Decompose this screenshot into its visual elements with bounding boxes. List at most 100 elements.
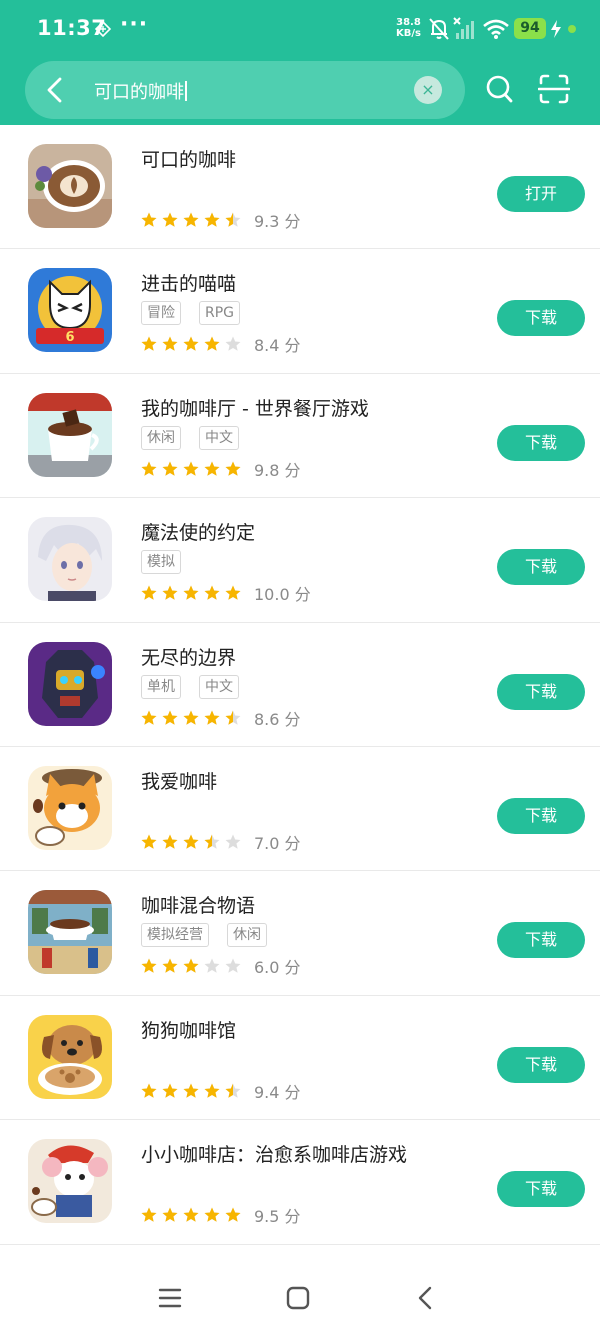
app-name[interactable]: 小小咖啡店：治愈系咖啡店游戏 [141, 1140, 407, 1167]
star-rating [140, 709, 242, 727]
app-row[interactable]: 狗狗咖啡馆 9.4 分 下载 [0, 996, 600, 1121]
cat-hero-icon[interactable]: 6 [28, 268, 112, 353]
network-speed-value: 38.8 [396, 17, 421, 28]
star-full-icon [141, 958, 157, 974]
rating: 6.0 分 [140, 954, 301, 978]
star-full-icon [141, 336, 157, 352]
rating: 9.5 分 [140, 1203, 301, 1227]
app-name[interactable]: 咖啡混合物语 [141, 891, 255, 918]
star-half-icon [204, 834, 220, 849]
app-row[interactable]: 无尽的边界 单机 中文 8.6 分 下载 [0, 623, 600, 747]
app-name[interactable]: 进击的喵喵 [141, 269, 236, 296]
star-full-icon [141, 1083, 157, 1098]
star-full-icon [162, 710, 178, 725]
svg-text:6: 6 [65, 330, 74, 345]
star-full-icon [204, 710, 220, 725]
app-name[interactable]: 可口的咖啡 [141, 145, 236, 172]
search-query: 可口的咖啡 [94, 82, 184, 103]
download-button[interactable]: 下载 [497, 424, 585, 461]
score: 9.3 分 [254, 212, 301, 231]
app-row[interactable]: 我的咖啡厅 - 世界餐厅游戏 休闲 中文 9.8 分 下载 [0, 374, 600, 499]
battery-level: 94 [514, 18, 546, 39]
coffee-latte-icon[interactable] [28, 144, 112, 228]
text-cursor [185, 81, 187, 101]
download-button[interactable]: 下载 [497, 673, 585, 710]
app-name[interactable]: 我的咖啡厅 - 世界餐厅游戏 [141, 394, 369, 421]
star-full-icon [162, 834, 178, 849]
search-input[interactable]: 可口的咖啡 [94, 78, 187, 104]
app-row[interactable]: 魔法使的约定 模拟 10.0 分 下载 [0, 498, 600, 623]
score: 8.4 分 [254, 336, 301, 356]
app-row[interactable]: 可口的咖啡 9.3 分 打开 [0, 125, 600, 250]
star-full-icon [183, 1207, 199, 1222]
star-full-icon [183, 958, 199, 974]
clear-search-button[interactable]: × [414, 76, 442, 104]
app-row[interactable]: 我爱咖啡 7.0 分 下载 [0, 747, 600, 872]
cat-barista-icon[interactable] [28, 765, 112, 850]
tag: 模拟经营 [141, 923, 209, 948]
star-full-icon [183, 710, 199, 725]
star-full-icon [162, 585, 178, 600]
star-full-icon [183, 461, 199, 476]
search-box[interactable] [25, 61, 465, 119]
scan-icon[interactable] [538, 73, 570, 105]
star-full-icon [204, 1207, 220, 1222]
hot-chocolate-icon[interactable] [28, 392, 112, 477]
rating: 7.0 分 [140, 830, 301, 854]
star-empty-icon [204, 958, 220, 974]
download-button[interactable]: 下载 [497, 549, 585, 586]
star-half-icon [225, 710, 241, 725]
download-button[interactable]: 下载 [497, 922, 585, 959]
tag-list: 休闲 中文 [141, 425, 239, 450]
back-arrow-icon[interactable] [40, 74, 72, 106]
star-full-icon [204, 585, 220, 600]
robot-warrior-icon[interactable] [28, 641, 112, 726]
open-button[interactable]: 打开 [497, 176, 585, 212]
tag: RPG [199, 301, 241, 326]
star-full-icon [162, 461, 178, 476]
header: 11:37 ··· 38.8 KB/s 94 可口的咖啡 × [0, 0, 600, 125]
star-rating [140, 957, 242, 975]
download-button[interactable]: 下载 [497, 1171, 585, 1208]
more-status-indicator: ··· [120, 12, 149, 37]
wifi-icon [483, 19, 509, 39]
star-full-icon [141, 461, 157, 476]
star-full-icon [225, 461, 241, 476]
star-full-icon [183, 212, 199, 227]
star-full-icon [141, 710, 157, 725]
mouse-barista-icon[interactable] [28, 1139, 112, 1224]
pixel-cafe-icon[interactable] [28, 890, 112, 975]
star-full-icon [225, 1207, 241, 1222]
rating: 10.0 分 [140, 581, 311, 605]
download-button[interactable]: 下载 [497, 1046, 585, 1083]
tag: 冒险 [141, 301, 181, 326]
star-empty-icon [225, 336, 241, 352]
tag-list: 模拟 [141, 550, 181, 575]
star-full-icon [183, 585, 199, 600]
tag: 休闲 [227, 923, 267, 948]
rating: 9.3 分 [140, 208, 301, 232]
star-full-icon [141, 834, 157, 849]
tag-list: 模拟经营 休闲 [141, 923, 267, 948]
rating: 9.8 分 [140, 457, 301, 481]
download-button[interactable]: 下载 [497, 797, 585, 834]
menu-icon[interactable] [156, 1284, 184, 1312]
star-full-icon [204, 212, 220, 227]
app-name[interactable]: 我爱咖啡 [141, 767, 217, 794]
search-results-list: 可口的咖啡 9.3 分 打开 6 进击的喵喵 冒险 RPG 8.4 分 下载 我… [0, 125, 600, 1245]
app-name[interactable]: 狗狗咖啡馆 [141, 1016, 236, 1043]
app-row[interactable]: 小小咖啡店：治愈系咖啡店游戏 9.5 分 下载 [0, 1120, 600, 1245]
search-icon[interactable] [484, 72, 516, 106]
app-row[interactable]: 6 进击的喵喵 冒险 RPG 8.4 分 下载 [0, 249, 600, 374]
anime-character-icon[interactable] [28, 517, 112, 602]
dog-cafe-icon[interactable] [28, 1014, 112, 1099]
app-name[interactable]: 魔法使的约定 [141, 518, 255, 545]
download-button[interactable]: 下载 [497, 300, 585, 337]
back-icon[interactable] [412, 1284, 440, 1312]
tag-list: 单机 中文 [141, 674, 239, 699]
app-name[interactable]: 无尽的边界 [141, 643, 236, 670]
star-full-icon [162, 958, 178, 974]
network-speed: 38.8 KB/s [396, 17, 421, 39]
home-icon[interactable] [284, 1284, 312, 1312]
app-row[interactable]: 咖啡混合物语 模拟经营 休闲 6.0 分 下载 [0, 871, 600, 996]
